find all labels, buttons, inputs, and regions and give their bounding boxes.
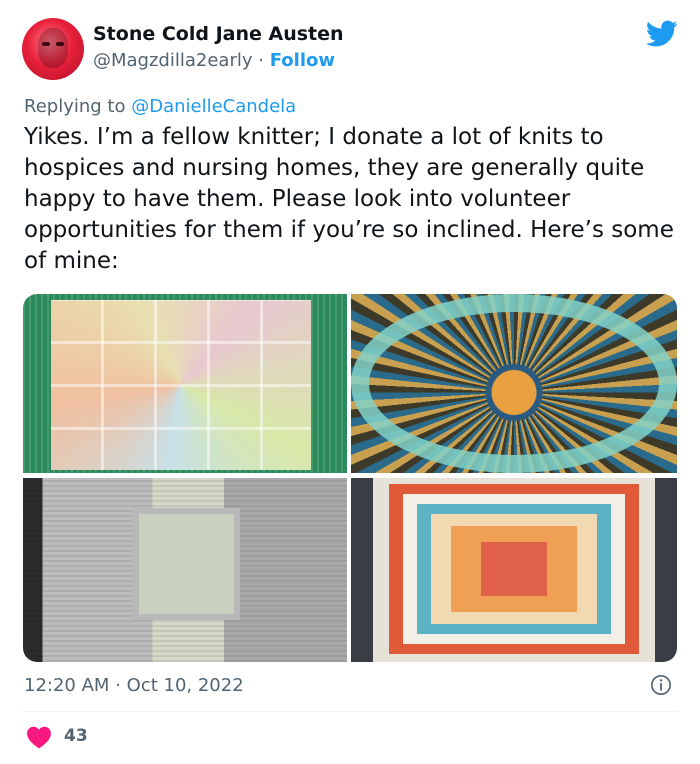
tweet-date: Oct 10, 2022 <box>126 675 244 696</box>
reply-mention-link[interactable]: @DanielleCandela <box>131 96 296 117</box>
avatar-eye <box>42 42 50 46</box>
photo-patchwork-blanket[interactable] <box>23 294 347 473</box>
blanket-center <box>481 542 547 596</box>
photo-square-blanket[interactable] <box>351 478 677 662</box>
patchwork-squares <box>51 300 311 470</box>
media-grid <box>23 294 677 662</box>
gray-center-panel <box>133 508 240 620</box>
author-display-name[interactable]: Stone Cold Jane Austen <box>93 23 344 45</box>
follow-button[interactable]: Follow <box>270 50 335 71</box>
replying-prefix: Replying to <box>24 96 126 117</box>
heart-icon[interactable] <box>26 725 52 749</box>
avatar[interactable] <box>22 18 84 80</box>
tweet-text: Yikes. I’m a fellow knitter; I donate a … <box>24 124 674 274</box>
avatar-eye <box>56 42 64 46</box>
blanket-rim <box>351 294 677 473</box>
handle-separator: · <box>258 50 264 71</box>
photo-gray-blanket[interactable] <box>23 478 347 662</box>
avatar-face <box>38 28 68 68</box>
like-count[interactable]: 43 <box>64 726 88 746</box>
author-handle[interactable]: @Magzdilla2early <box>93 50 253 71</box>
timestamp-separator: · <box>115 675 121 696</box>
info-icon[interactable] <box>650 674 672 696</box>
tweet-timestamp[interactable]: 12:20 AM · Oct 10, 2022 <box>24 675 244 696</box>
replying-to: Replying to @DanielleCandela <box>24 96 296 117</box>
photo-round-blanket[interactable] <box>351 294 677 473</box>
twitter-bird-icon[interactable] <box>646 20 678 48</box>
divider <box>22 711 678 712</box>
tweet-time: 12:20 AM <box>24 675 110 696</box>
author-handle-line: @Magzdilla2early · Follow <box>93 50 335 71</box>
